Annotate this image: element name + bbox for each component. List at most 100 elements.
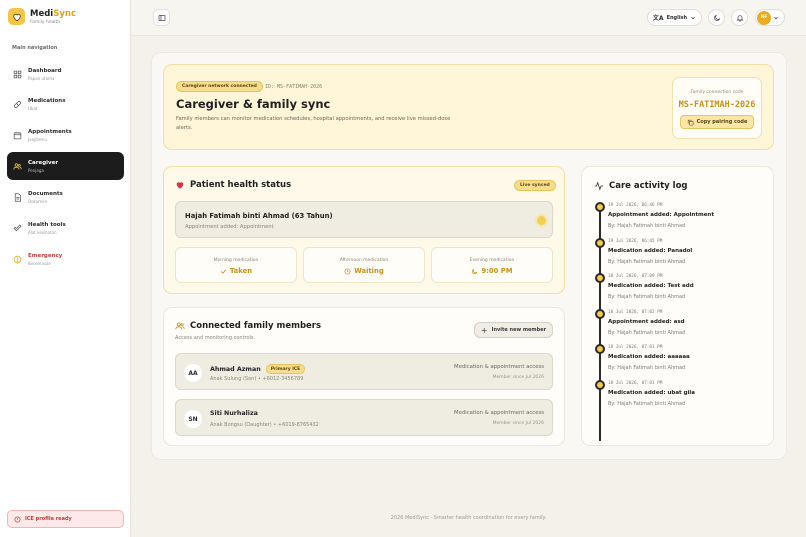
- card-subtitle: Access and monitoring controls.: [175, 335, 256, 341]
- notifications-button[interactable]: [731, 9, 748, 26]
- sidebar-item-label: Documents: [28, 190, 63, 197]
- log-time: 18 Jul 2026, 07:02 PM: [608, 310, 663, 315]
- log-action: Medication added: Panadol: [608, 248, 693, 254]
- footer: 2026 MediSync · Smarter health coordinat…: [390, 515, 547, 521]
- log-action: Medication added: ubat gila: [608, 390, 696, 396]
- sidebar-item-sub: Janjitemu: [28, 136, 47, 142]
- log-action: Medication added: Test add: [608, 283, 694, 289]
- check-icon: [220, 268, 227, 274]
- ice-status-badge[interactable]: ICE profile ready: [7, 510, 124, 528]
- page-description: Family members can monitor medication sc…: [176, 116, 451, 131]
- sidebar-item-dashboard[interactable]: Dashboard Papan utama: [7, 60, 124, 88]
- member-access: Medication & appointment access: [454, 364, 544, 370]
- log-time: 18 Jul 2026, 07:01 PM: [608, 345, 663, 350]
- brand[interactable]: MediSync Family health: [8, 8, 76, 25]
- member-since: Member since Jul 2026: [492, 375, 544, 380]
- code-value: MS-FATIMAH-2026: [678, 100, 756, 110]
- sidebar-item-emergency[interactable]: Emergency Kecemasan: [7, 245, 124, 273]
- network-status-chip: Caregiver network connected: [176, 81, 263, 92]
- member-since: Member since Jul 2026: [492, 421, 544, 426]
- avatar: NF: [757, 10, 771, 25]
- morning-medication-status: Morning medication Taken: [175, 247, 297, 283]
- code-label: Family connection code: [690, 90, 744, 95]
- live-synced-chip: Live synced: [514, 180, 556, 191]
- chevron-down-icon: [774, 16, 778, 19]
- bell-icon: [736, 14, 743, 22]
- sidebar-item-medications[interactable]: Medications Ubat: [7, 90, 124, 118]
- sidebar-item-sub: Alat kesihatan: [28, 229, 57, 235]
- med-label: Evening medication: [469, 258, 515, 263]
- activity-icon: [594, 181, 604, 191]
- sidebar-item-sub: Papan utama: [28, 75, 55, 81]
- grid-icon: [13, 70, 22, 78]
- log-time: 18 Jul 2026, 07:01 PM: [608, 381, 663, 386]
- heart-logo-icon: [8, 8, 25, 25]
- sidebar-item-appointments[interactable]: Appointments Janjitemu: [7, 121, 124, 149]
- sidebar-item-documents[interactable]: Documents Dokumen: [7, 183, 124, 211]
- sidebar: MediSync Family health Main navigation D…: [0, 0, 131, 537]
- family-members-card: Connected family members Access and moni…: [163, 307, 565, 446]
- users-icon: [13, 162, 22, 170]
- timeline-dot: [595, 273, 605, 283]
- ice-status-text: ICE profile ready: [25, 516, 72, 522]
- sidebar-item-sub: Penjaga: [28, 167, 44, 173]
- patient-status-card: Patient health status Live synced Hajah …: [163, 166, 565, 294]
- timeline-dot: [595, 309, 605, 319]
- language-label: English: [666, 14, 688, 21]
- log-by: By: Hajah Fatimah binti Ahmad: [608, 259, 686, 265]
- users-icon: [175, 322, 185, 330]
- member-relation: Anak Sulung (Son) • +6012-3456789: [210, 376, 304, 382]
- pill-icon: [14, 100, 21, 108]
- live-indicator: [537, 216, 546, 225]
- sidebar-item-label: Dashboard: [28, 67, 62, 74]
- copy-icon: [687, 119, 694, 125]
- log-time: 19 Jul 2026, 06:46 PM: [608, 203, 663, 208]
- log-time: 18 Jul 2026, 07:09 PM: [608, 274, 663, 279]
- log-time: 19 Jul 2026, 06:45 PM: [608, 239, 663, 244]
- med-value: Taken: [176, 267, 296, 275]
- tools-icon: [13, 224, 22, 231]
- copy-code-button[interactable]: Copy pairing code: [680, 115, 754, 129]
- app-name: MediSync: [30, 8, 76, 19]
- card-title: Connected family members: [175, 321, 321, 331]
- member-avatar: AA: [184, 364, 202, 382]
- log-action: Appointment added: asd: [608, 319, 685, 325]
- document-icon: [14, 192, 21, 202]
- clock-icon: [344, 268, 351, 274]
- user-menu[interactable]: NF: [755, 9, 785, 26]
- sidebar-item-label: Medications: [28, 97, 66, 104]
- primary-ice-badge: Primary ICE: [265, 364, 306, 374]
- invite-member-button[interactable]: + Invite new member: [474, 322, 553, 338]
- sidebar-item-sub: Dokumen: [28, 198, 48, 204]
- member-relation: Anak Bongsu (Daughter) • +6019-8765432: [210, 422, 319, 428]
- member-name: Siti Nurhaliza: [210, 410, 258, 417]
- timeline-dot: [595, 238, 605, 248]
- plus-icon: +: [480, 325, 488, 335]
- family-member-row[interactable]: SN Siti Nurhaliza Anak Bongsu (Daughter)…: [175, 399, 553, 436]
- nav-heading: Main navigation: [12, 45, 58, 51]
- patient-summary[interactable]: Hajah Fatimah binti Ahmad (63 Tahun) App…: [175, 201, 553, 238]
- sidebar-item-label: Emergency: [28, 252, 63, 259]
- log-by: By: Hajah Fatimah binti Ahmad: [608, 365, 686, 371]
- language-selector[interactable]: 文A English: [647, 9, 702, 26]
- log-by: By: Hajah Fatimah binti Ahmad: [608, 294, 686, 300]
- timeline-dot: [595, 202, 605, 212]
- translate-icon: 文A: [652, 15, 664, 22]
- shield-alert-icon: [14, 516, 21, 522]
- med-label: Afternoon medication: [339, 258, 389, 263]
- sidebar-item-caregiver[interactable]: Caregiver Penjaga: [7, 152, 124, 180]
- connection-code-card: Family connection code MS-FATIMAH-2026 C…: [672, 77, 762, 139]
- topbar: 文A English NF: [131, 0, 806, 36]
- evening-medication-status: Evening medication 9:00 PM: [431, 247, 553, 283]
- sidebar-item-sub: Kecemasan: [28, 260, 51, 266]
- sidebar-item-health-tools[interactable]: Health tools Alat kesihatan: [7, 214, 124, 242]
- heart-icon: [176, 182, 184, 189]
- copy-label: Copy pairing code: [696, 119, 748, 125]
- toggle-sidebar-button[interactable]: [153, 9, 170, 26]
- med-value: Waiting: [304, 267, 424, 275]
- theme-toggle-button[interactable]: [708, 9, 725, 26]
- timeline-dot: [595, 344, 605, 354]
- patient-name: Hajah Fatimah binti Ahmad (63 Tahun): [185, 212, 333, 220]
- member-access: Medication & appointment access: [454, 410, 544, 416]
- family-member-row[interactable]: AA Ahmad Azman Primary ICE Anak Sulung (…: [175, 353, 553, 390]
